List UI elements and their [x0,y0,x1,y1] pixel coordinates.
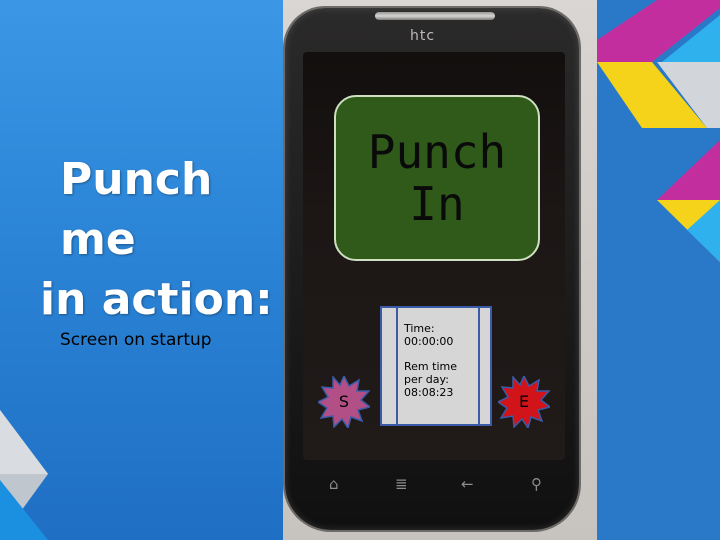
remaining-value: 08:08:23 [404,386,454,399]
remaining-label-1: Rem time [404,360,457,373]
back-icon[interactable]: ← [461,475,474,493]
phone-device: htc Punch In Time: 00:00:00 Rem time per… [285,8,579,530]
menu-icon[interactable]: ≣ [395,475,408,493]
punch-in-button[interactable]: Punch In [334,95,540,261]
end-button[interactable]: E [496,374,552,430]
phone-brand: htc [410,28,436,44]
end-button-label: E [518,392,530,411]
time-info-content: Time: 00:00:00 Rem time per day: 08:08:2… [396,306,480,426]
slide-caption: Screen on startup [60,330,212,350]
slide-title: Punch me in action: [40,150,290,330]
time-info-panel: Time: 00:00:00 Rem time per day: 08:08:2… [380,306,492,426]
remaining-label-2: per day: [404,373,449,386]
home-icon[interactable]: ⌂ [329,475,339,493]
start-button-label: S [338,392,350,411]
punch-button-line-1: Punch [367,125,507,179]
phone-nav-bar: ⌂ ≣ ← ⚲ [305,471,563,501]
chevron-decoration-right [597,0,720,262]
title-line-2: in action: [40,274,273,325]
start-button[interactable]: S [316,374,372,430]
punch-button-line-2: In [409,177,465,231]
time-value: 00:00:00 [404,335,454,348]
phone-speaker [375,12,495,20]
time-label: Time: [404,322,435,335]
title-line-1: Punch me [60,154,213,265]
search-icon[interactable]: ⚲ [531,475,542,493]
corner-decoration-left [0,410,48,540]
phone-photo: htc Punch In Time: 00:00:00 Rem time per… [283,0,597,540]
